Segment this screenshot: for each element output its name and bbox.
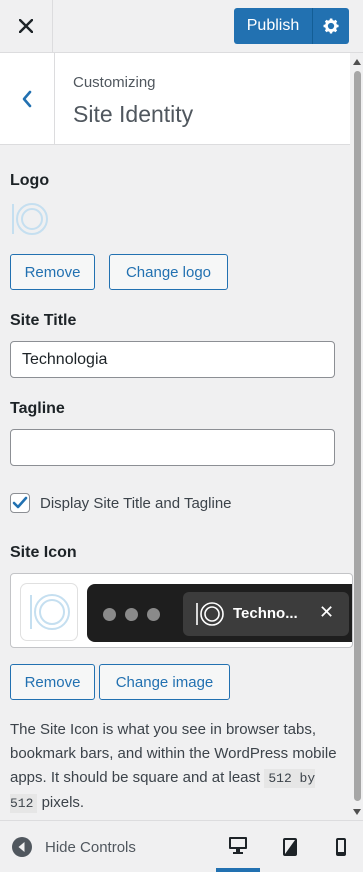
site-icon-description: The Site Icon is what you see in browser…: [10, 718, 345, 816]
site-logo-icon: [12, 203, 48, 235]
desktop-icon: [229, 836, 247, 854]
logo-label: Logo: [10, 172, 50, 189]
site-logo-icon: [196, 602, 224, 626]
mobile-icon: [336, 837, 346, 856]
browser-tab-preview: Techno... ✕: [87, 584, 352, 642]
site-title-input[interactable]: Technologia: [10, 341, 335, 378]
site-icon-preview: Techno... ✕: [10, 573, 353, 648]
site-title-label: Site Title: [10, 312, 77, 329]
browser-tab-title: Techno...: [233, 605, 298, 622]
tagline-input[interactable]: [10, 429, 335, 466]
change-logo-button[interactable]: Change logo: [109, 254, 228, 290]
checkmark-icon: [12, 496, 28, 509]
logo-image: [10, 200, 50, 243]
publish-group: Publish: [234, 8, 349, 44]
description-text-end: pixels.: [37, 794, 85, 811]
publish-button[interactable]: Publish: [234, 8, 312, 44]
scroll-down-arrow-icon[interactable]: [353, 809, 361, 815]
browser-tab: Techno... ✕: [183, 592, 349, 636]
gear-icon: [323, 18, 339, 34]
publish-settings-button[interactable]: [312, 8, 349, 44]
breadcrumb: Customizing: [73, 74, 156, 91]
section-title: Site Identity: [73, 101, 194, 127]
window-dot: [103, 608, 116, 621]
preview-desktop-button[interactable]: [216, 821, 260, 872]
display-title-checkbox[interactable]: [10, 493, 30, 513]
scroll-up-arrow-icon[interactable]: [353, 59, 361, 65]
close-customizer-button[interactable]: [0, 0, 53, 52]
tagline-label: Tagline: [10, 400, 65, 417]
customizer-footer: Hide Controls: [0, 820, 363, 872]
scrollbar-thumb[interactable]: [354, 71, 361, 801]
change-site-icon-button[interactable]: Change image: [99, 664, 230, 700]
window-dot: [147, 608, 160, 621]
tablet-icon: [283, 837, 297, 856]
section-header: Customizing Site Identity: [0, 53, 350, 145]
remove-site-icon-button[interactable]: Remove: [10, 664, 95, 700]
chevron-left-icon: [22, 90, 32, 107]
customizer-header: Publish: [0, 0, 363, 53]
hide-controls-button[interactable]: Hide Controls: [12, 837, 136, 857]
remove-logo-button[interactable]: Remove: [10, 254, 95, 290]
window-dot: [125, 608, 138, 621]
close-icon: [19, 19, 33, 33]
collapse-arrow-icon: [12, 837, 32, 857]
site-icon-label: Site Icon: [10, 544, 77, 561]
hide-controls-label: Hide Controls: [45, 838, 136, 856]
close-icon: ✕: [319, 602, 335, 622]
site-icon-app-preview: [21, 584, 77, 640]
back-button[interactable]: [0, 53, 55, 144]
display-title-label[interactable]: Display Site Title and Tagline: [40, 495, 232, 512]
preview-mobile-button[interactable]: [319, 821, 363, 872]
scrollbar[interactable]: [351, 53, 363, 819]
site-logo-icon: [30, 594, 70, 630]
preview-tablet-button[interactable]: [268, 821, 312, 872]
